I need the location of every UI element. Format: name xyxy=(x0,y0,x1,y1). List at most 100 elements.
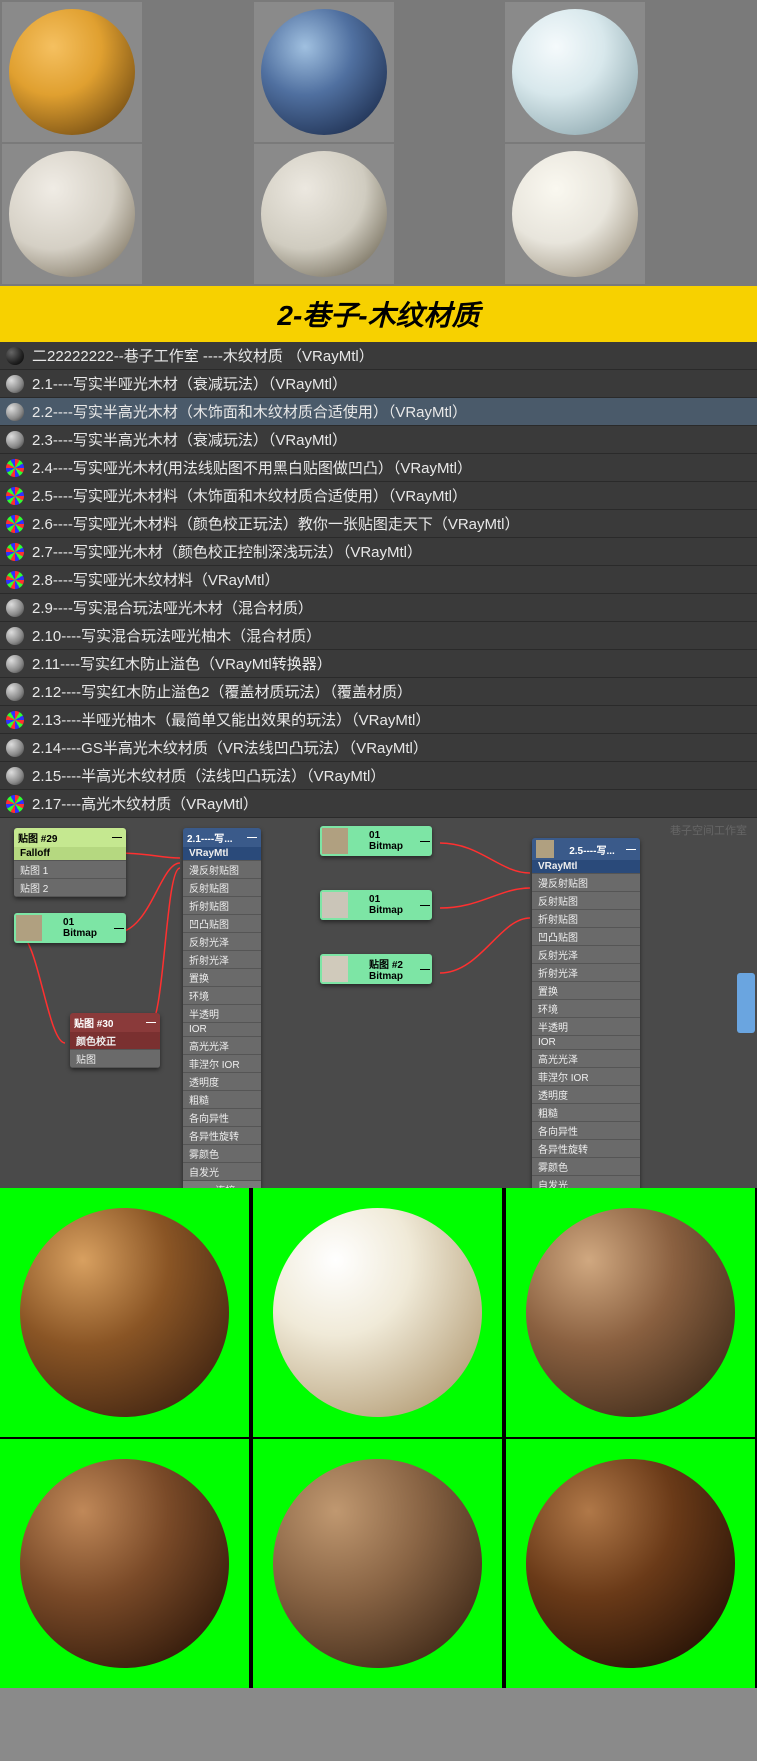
node-slot[interactable]: 折射贴图 xyxy=(532,910,640,928)
node-slot[interactable]: 菲涅尔 IOR xyxy=(183,1055,261,1073)
node-slot[interactable]: 各异性旋转 xyxy=(183,1127,261,1145)
node-slot[interactable]: 自发光 xyxy=(183,1163,261,1181)
node-slot[interactable]: 环境 xyxy=(532,1000,640,1018)
node-slot[interactable]: 粗糙 xyxy=(183,1091,261,1109)
node-slot[interactable]: 高光光泽 xyxy=(532,1050,640,1068)
node-slot[interactable]: 雾颜色 xyxy=(183,1145,261,1163)
node-slot[interactable]: 反射光泽 xyxy=(183,933,261,951)
render-cell[interactable] xyxy=(253,1439,502,1688)
node-slot[interactable]: 折射光泽 xyxy=(532,964,640,982)
node-slot[interactable]: 透明度 xyxy=(532,1086,640,1104)
material-row[interactable]: 2.11----写实红木防止溢色（VRayMtl转换器） xyxy=(0,650,757,678)
preview-cell[interactable] xyxy=(2,2,142,142)
preview-cell[interactable] xyxy=(254,144,394,284)
material-label: 2.1----写实半哑光木材（衰减玩法）（VRayMtl） xyxy=(32,373,347,394)
node-slot[interactable]: 凹凸贴图 xyxy=(532,928,640,946)
node-slot[interactable]: 半透明 xyxy=(183,1005,261,1023)
node-slot[interactable]: 反射贴图 xyxy=(183,879,261,897)
node-slot[interactable]: 折射贴图 xyxy=(183,897,261,915)
material-sphere-icon xyxy=(6,515,24,533)
preview-cell[interactable] xyxy=(505,2,645,142)
node-type: Bitmap xyxy=(63,928,97,939)
sphere-preview xyxy=(9,151,135,277)
preview-cell[interactable] xyxy=(505,144,645,284)
material-label: 二22222222--巷子工作室 ----木纹材质 （VRayMtl） xyxy=(32,345,374,366)
minimize-icon[interactable]: — xyxy=(146,1017,156,1028)
render-cell[interactable] xyxy=(0,1439,249,1688)
material-row[interactable]: 2.7----写实哑光木材（颜色校正控制深浅玩法）（VRayMtl） xyxy=(0,538,757,566)
minimize-icon[interactable]: — xyxy=(114,923,124,934)
node-slot[interactable]: 折射光泽 xyxy=(183,951,261,969)
node-bitmap[interactable]: 01Bitmap— xyxy=(14,913,126,943)
material-row[interactable]: 2.14----GS半高光木纹材质（VR法线凹凸玩法）（VRayMtl） xyxy=(0,734,757,762)
material-row[interactable]: 2.13----半哑光柚木（最简单又能出效果的玩法）（VRayMtl） xyxy=(0,706,757,734)
minimize-icon[interactable]: — xyxy=(420,964,430,975)
node-slot[interactable]: 贴图 1 xyxy=(14,861,126,879)
node-slot[interactable]: 雾颜色 xyxy=(532,1158,640,1176)
node-slot[interactable]: 漫反射贴图 xyxy=(532,874,640,892)
node-vraymtl-left[interactable]: 2.1----写...—VRayMtl漫反射贴图反射贴图折射贴图凹凸贴图反射光泽… xyxy=(183,828,261,1188)
node-slot[interactable]: 置换 xyxy=(532,982,640,1000)
preview-cell[interactable] xyxy=(2,144,142,284)
node-slot[interactable]: 粗糙 xyxy=(532,1104,640,1122)
node-falloff[interactable]: 贴图 #29— Falloff 贴图 1 贴图 2 xyxy=(14,828,126,897)
material-list: 二22222222--巷子工作室 ----木纹材质 （VRayMtl） 2.1--… xyxy=(0,342,757,818)
material-row[interactable]: 2.17----高光木纹材质（VRayMtl） xyxy=(0,790,757,818)
node-slot[interactable]: 反射贴图 xyxy=(532,892,640,910)
material-row[interactable]: 二22222222--巷子工作室 ----木纹材质 （VRayMtl） xyxy=(0,342,757,370)
node-slot[interactable]: IOR xyxy=(532,1036,640,1050)
material-row[interactable]: 2.6----写实哑光木材料（颜色校正玩法）教你一张贴图走天下（VRayMtl） xyxy=(0,510,757,538)
render-cell[interactable] xyxy=(506,1188,755,1437)
wood-sphere xyxy=(273,1459,482,1668)
node-slot[interactable]: 置换 xyxy=(183,969,261,987)
editor-scroll-handle[interactable] xyxy=(737,973,755,1033)
material-row[interactable]: 2.10----写实混合玩法哑光柚木（混合材质） xyxy=(0,622,757,650)
node-editor[interactable]: 贴图 #29— Falloff 贴图 1 贴图 2 01Bitmap— 贴图 #… xyxy=(0,818,757,1188)
node-slot[interactable]: 各向异性 xyxy=(183,1109,261,1127)
material-label: 2.9----写实混合玩法哑光木材（混合材质） xyxy=(32,597,313,618)
node-slot[interactable]: 凹凸贴图 xyxy=(183,915,261,933)
section-title: 2-巷子-木纹材质 xyxy=(0,286,757,342)
material-row[interactable]: 2.12----写实红木防止溢色2（覆盖材质玩法）（覆盖材质） xyxy=(0,678,757,706)
minimize-icon[interactable]: — xyxy=(626,844,636,855)
material-row[interactable]: 2.9----写实混合玩法哑光木材（混合材质） xyxy=(0,594,757,622)
node-slot[interactable]: 透明度 xyxy=(183,1073,261,1091)
node-slot[interactable]: IOR xyxy=(183,1023,261,1037)
node-bitmap[interactable]: 01Bitmap— xyxy=(320,826,432,856)
material-row[interactable]: 2.2----写实半高光木材（木饰面和木纹材质合适使用）（VRayMtl） xyxy=(0,398,757,426)
node-slot[interactable]: 各异性旋转 xyxy=(532,1140,640,1158)
node-slot[interactable]: 各向异性 xyxy=(532,1122,640,1140)
node-color-correction[interactable]: 贴图 #30— 颜色校正 贴图 xyxy=(70,1013,160,1068)
minimize-icon[interactable]: — xyxy=(112,832,122,843)
node-slot[interactable]: 漫反射贴图 xyxy=(183,861,261,879)
preview-cell[interactable] xyxy=(254,2,394,142)
material-sphere-icon xyxy=(6,739,24,757)
minimize-icon[interactable]: — xyxy=(420,836,430,847)
material-row[interactable]: 2.1----写实半哑光木材（衰减玩法）（VRayMtl） xyxy=(0,370,757,398)
node-bitmap[interactable]: 01Bitmap— xyxy=(320,890,432,920)
node-slot[interactable]: 半透明 xyxy=(532,1018,640,1036)
node-vraymtl-right[interactable]: 2.5----写...—VRayMtl漫反射贴图反射贴图折射贴图凹凸贴图反射光泽… xyxy=(532,838,640,1188)
node-slot[interactable]: 高光光泽 xyxy=(183,1037,261,1055)
node-slot[interactable]: 贴图 2 xyxy=(14,879,126,897)
material-row[interactable]: 2.5----写实哑光木材料（木饰面和木纹材质合适使用）（VRayMtl） xyxy=(0,482,757,510)
node-slot[interactable]: 环境 xyxy=(183,987,261,1005)
node-footer[interactable]: mr 连接 ▸ xyxy=(183,1181,261,1188)
node-slot[interactable]: 反射光泽 xyxy=(532,946,640,964)
material-row[interactable]: 2.15----半高光木纹材质（法线凹凸玩法）（VRayMtl） xyxy=(0,762,757,790)
node-bitmap[interactable]: 贴图 #2Bitmap— xyxy=(320,954,432,984)
material-row[interactable]: 2.8----写实哑光木纹材料（VRayMtl） xyxy=(0,566,757,594)
minimize-icon[interactable]: — xyxy=(247,832,257,843)
node-slot[interactable]: 自发光 xyxy=(532,1176,640,1188)
render-cell[interactable] xyxy=(0,1188,249,1437)
render-cell[interactable] xyxy=(253,1188,502,1437)
material-label: 2.2----写实半高光木材（木饰面和木纹材质合适使用）（VRayMtl） xyxy=(32,401,467,422)
wood-sphere xyxy=(273,1208,482,1417)
node-type: Falloff xyxy=(14,847,126,861)
minimize-icon[interactable]: — xyxy=(420,900,430,911)
material-row[interactable]: 2.3----写实半高光木材（衰减玩法）（VRayMtl） xyxy=(0,426,757,454)
node-slot[interactable]: 贴图 xyxy=(70,1050,160,1068)
material-row[interactable]: 2.4----写实哑光木材(用法线贴图不用黑白贴图做凹凸）（VRayMtl） xyxy=(0,454,757,482)
render-cell[interactable] xyxy=(506,1439,755,1688)
node-slot[interactable]: 菲涅尔 IOR xyxy=(532,1068,640,1086)
